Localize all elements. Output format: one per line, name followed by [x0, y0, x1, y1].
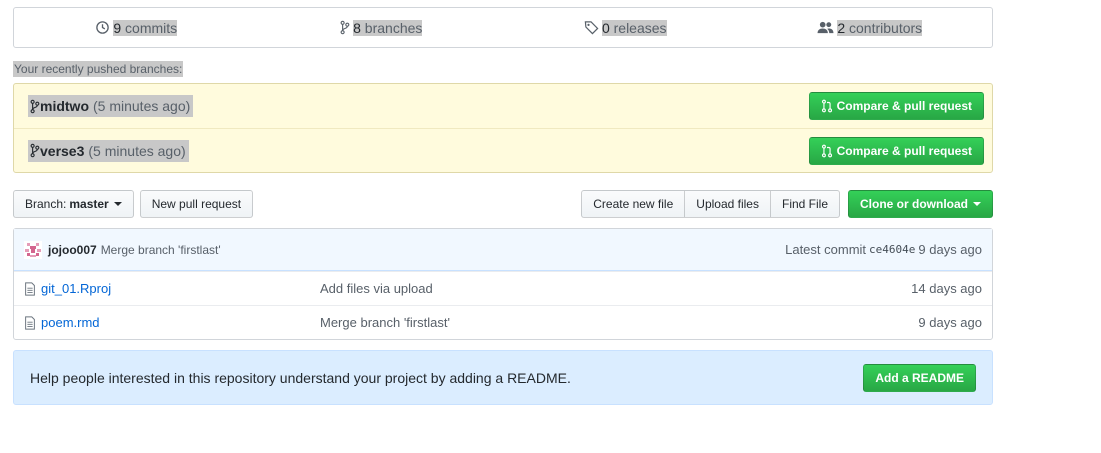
avatar[interactable]: [24, 240, 42, 259]
latest-commit-bar: jojoo007 Merge branch 'firstlast' Latest…: [14, 229, 992, 271]
contributors-label: contributors: [849, 19, 923, 36]
file-list: jojoo007 Merge branch 'firstlast' Latest…: [13, 228, 993, 340]
branch-select-button[interactable]: Branch: master: [13, 190, 134, 218]
contributors-link[interactable]: 2 contributors: [748, 8, 993, 47]
repo-overview: 9 commits 8 branches 0 releases 2 contri…: [13, 7, 993, 405]
commit-age: 9 days ago: [918, 242, 982, 257]
pull-request-icon: [821, 99, 832, 113]
people-icon: [817, 21, 834, 34]
branch-icon: [30, 143, 40, 158]
recent-branch-row: midtwo (5 minutes ago) Compare & pull re…: [14, 84, 992, 128]
file-icon: [25, 281, 35, 296]
compare-pull-request-button[interactable]: Compare & pull request: [808, 136, 984, 165]
commit-message[interactable]: Merge branch 'firstlast': [101, 243, 221, 257]
recent-branch-name[interactable]: verse3: [40, 143, 84, 159]
history-icon: [96, 21, 110, 34]
file-commit-message[interactable]: Add files via upload: [320, 281, 911, 296]
latest-commit-label: Latest commit: [785, 242, 867, 257]
commits-link[interactable]: 9 commits: [14, 8, 259, 47]
compare-pull-request-label: Compare & pull request: [836, 143, 972, 158]
clone-or-download-button[interactable]: Clone or download: [848, 190, 993, 218]
file-name-link[interactable]: poem.rmd: [41, 315, 100, 330]
create-new-file-button[interactable]: Create new file: [581, 190, 686, 218]
releases-count: 0: [601, 19, 610, 36]
commit-sha[interactable]: ce4604e: [869, 243, 915, 256]
recent-branches-list: midtwo (5 minutes ago) Compare & pull re…: [13, 83, 993, 173]
recent-branch-age: (5 minutes ago): [88, 142, 186, 159]
releases-link[interactable]: 0 releases: [503, 8, 748, 47]
recent-branch-info: midtwo (5 minutes ago): [28, 95, 194, 117]
table-row: poem.rmd Merge branch 'firstlast' 9 days…: [14, 305, 992, 339]
branches-label: branches: [364, 19, 423, 36]
clone-or-download-label: Clone or download: [860, 197, 968, 211]
recent-branch-row: verse3 (5 minutes ago) Compare & pull re…: [14, 128, 992, 172]
pull-request-icon: [821, 144, 832, 157]
file-name-link[interactable]: git_01.Rproj: [41, 281, 111, 296]
compare-pull-request-button[interactable]: Compare & pull request: [808, 92, 984, 120]
recent-branch-name[interactable]: midtwo: [40, 98, 89, 114]
branches-count: 8: [353, 19, 361, 36]
commits-label: commits: [125, 19, 178, 36]
new-pull-request-button[interactable]: New pull request: [139, 190, 254, 218]
readme-prompt: Help people interested in this repositor…: [13, 350, 993, 405]
file-age: 9 days ago: [918, 315, 982, 330]
releases-label: releases: [613, 19, 667, 36]
file-age: 14 days ago: [911, 281, 982, 296]
readme-prompt-text: Help people interested in this repositor…: [30, 369, 571, 386]
file-commit-message[interactable]: Merge branch 'firstlast': [320, 315, 918, 330]
recent-branch-age: (5 minutes ago): [93, 98, 191, 114]
repo-summary-bar: 9 commits 8 branches 0 releases 2 contri…: [13, 7, 993, 48]
file-actions-group: Create new file Upload files Find File: [581, 190, 840, 218]
tag-icon: [584, 21, 599, 35]
chevron-down-icon: [973, 202, 981, 206]
recent-branches-title: Your recently pushed branches:: [13, 61, 184, 77]
table-row: git_01.Rproj Add files via upload 14 day…: [14, 271, 992, 305]
add-readme-button[interactable]: Add a README: [863, 363, 976, 392]
branch-icon: [340, 20, 350, 35]
branch-select-prefix: Branch:: [25, 197, 67, 211]
upload-files-button[interactable]: Upload files: [684, 190, 771, 218]
contributors-count: 2: [837, 19, 846, 36]
file-navigation-toolbar: Branch: master New pull request Create n…: [13, 190, 993, 218]
commit-author[interactable]: jojoo007: [48, 243, 97, 257]
recent-branch-info: verse3 (5 minutes ago): [28, 139, 189, 162]
file-icon: [25, 315, 35, 330]
branches-link[interactable]: 8 branches: [259, 8, 504, 47]
find-file-button[interactable]: Find File: [769, 190, 840, 218]
chevron-down-icon: [113, 202, 122, 206]
commits-count: 9: [113, 19, 122, 36]
compare-pull-request-label: Compare & pull request: [836, 99, 972, 113]
branch-select-value: master: [69, 197, 109, 211]
branch-icon: [30, 99, 40, 113]
